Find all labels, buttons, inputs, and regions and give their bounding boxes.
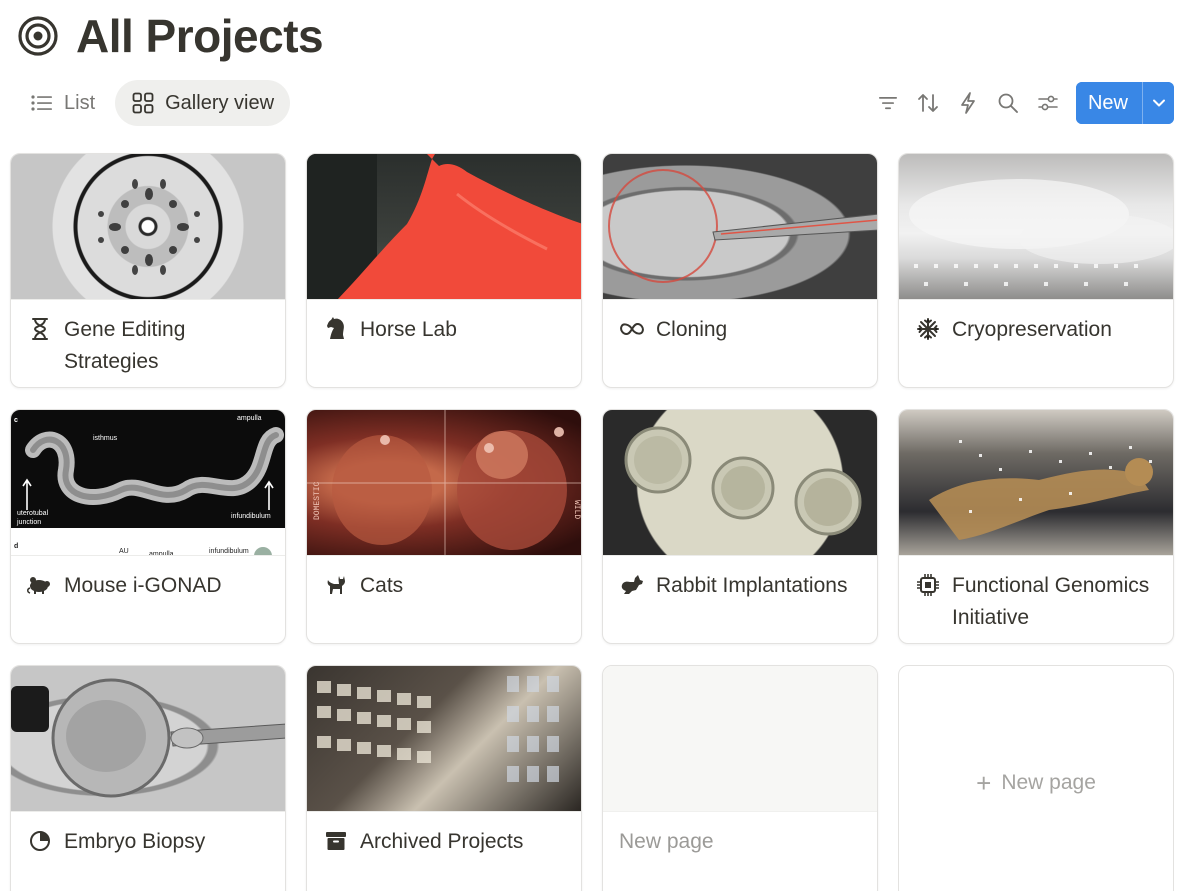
- card-title: Mouse i-GONAD: [64, 574, 222, 597]
- snowflake-icon: [915, 316, 941, 342]
- gallery-card-mouse-i-gonad[interactable]: c isthmus ampulla uterotubal junction in…: [10, 409, 286, 644]
- tab-gallery-view[interactable]: Gallery view: [115, 80, 291, 126]
- gallery-card-gene-editing[interactable]: Gene Editing Strategies: [10, 153, 286, 388]
- card-title-placeholder: New page: [619, 830, 714, 853]
- hourglass-icon: [27, 316, 53, 342]
- gallery-grid: Gene Editing Strategies Horse Lab Clonin…: [10, 153, 1176, 891]
- card-cover-image: [899, 154, 1173, 300]
- card-cover-image: [11, 154, 285, 300]
- card-title: Cloning: [656, 318, 728, 341]
- card-title: Embryo Biopsy: [64, 830, 206, 853]
- card-title: Functional Genomics Initiative: [952, 574, 1150, 629]
- new-button-group: New: [1075, 82, 1174, 124]
- label-domestic: DOMESTIC: [313, 481, 322, 520]
- target-icon[interactable]: [16, 14, 60, 58]
- gallery-card-cryopreservation[interactable]: Cryopreservation: [898, 153, 1174, 388]
- chip-icon: [915, 572, 941, 598]
- tab-list-view[interactable]: List: [16, 80, 111, 126]
- label-infundibulum-2: infundibulum: [209, 548, 249, 555]
- card-cover-image: [307, 154, 581, 300]
- card-cover-image: [307, 666, 581, 812]
- add-new-page-card[interactable]: + New page: [898, 665, 1174, 891]
- label-ampulla-2: ampulla: [149, 551, 174, 556]
- chess-knight-icon: [323, 316, 349, 342]
- card-cover-image: DOMESTIC WILD: [307, 410, 581, 556]
- database-toolbar: New: [868, 82, 1174, 124]
- card-title: Cryopreservation: [952, 318, 1112, 341]
- chevron-down-icon[interactable]: [1142, 82, 1174, 124]
- gallery-card-embryo-biopsy[interactable]: Embryo Biopsy: [10, 665, 286, 891]
- panel-label-c: c: [14, 417, 18, 424]
- cat-icon: [323, 572, 349, 598]
- new-button[interactable]: New: [1075, 82, 1142, 124]
- panel-label-d: d: [14, 543, 18, 550]
- sliders-icon[interactable]: [1028, 83, 1068, 123]
- sort-icon[interactable]: [908, 83, 948, 123]
- gallery-card-cats[interactable]: DOMESTIC WILD Cats: [306, 409, 582, 644]
- card-cover-image: [603, 154, 877, 300]
- rabbit-icon: [619, 572, 645, 598]
- mouse-icon: [27, 572, 53, 598]
- page-title[interactable]: All Projects: [76, 9, 324, 63]
- infinity-icon: [619, 316, 645, 342]
- label-isthmus: isthmus: [93, 435, 118, 442]
- plus-icon: +: [976, 767, 992, 798]
- gallery-card-cloning[interactable]: Cloning: [602, 153, 878, 388]
- card-title: Cats: [360, 574, 404, 597]
- card-title: Rabbit Implantations: [656, 574, 848, 597]
- gallery-card-untitled[interactable]: New page: [602, 665, 878, 891]
- add-new-page-label: New page: [1001, 770, 1096, 794]
- list-icon: [30, 91, 54, 115]
- label-au: AU: [119, 548, 129, 555]
- gallery-card-horse-lab[interactable]: Horse Lab: [306, 153, 582, 388]
- gallery-card-rabbit-implantations[interactable]: Rabbit Implantations: [602, 409, 878, 644]
- filter-icon[interactable]: [868, 83, 908, 123]
- label-ampulla: ampulla: [237, 415, 262, 422]
- card-cover-image: [603, 410, 877, 556]
- half-circle-icon: [27, 828, 53, 854]
- gallery-grid-icon: [131, 91, 155, 115]
- lightning-icon[interactable]: [948, 83, 988, 123]
- label-wild: WILD: [572, 500, 581, 519]
- card-cover-image: [899, 410, 1173, 556]
- label-infundibulum: infundibulum: [231, 513, 271, 520]
- gallery-card-functional-genomics[interactable]: Functional Genomics Initiative: [898, 409, 1174, 644]
- view-bar: List Gallery view New: [16, 80, 1174, 126]
- card-cover-image: c isthmus ampulla uterotubal junction in…: [11, 410, 285, 556]
- archive-box-icon: [323, 828, 349, 854]
- card-title: Horse Lab: [360, 318, 457, 341]
- card-cover-image: [11, 666, 285, 812]
- search-icon[interactable]: [988, 83, 1028, 123]
- empty-cover: [603, 666, 877, 812]
- gallery-card-archived-projects[interactable]: Archived Projects: [306, 665, 582, 891]
- label-uterotubal: uterotubal: [17, 510, 49, 517]
- tab-gallery-label: Gallery view: [165, 91, 275, 114]
- page-header: All Projects: [16, 8, 324, 64]
- card-title: Gene Editing Strategies: [64, 318, 186, 373]
- label-junction: junction: [16, 519, 41, 526]
- card-title: Archived Projects: [360, 830, 524, 853]
- tab-list-label: List: [64, 91, 96, 114]
